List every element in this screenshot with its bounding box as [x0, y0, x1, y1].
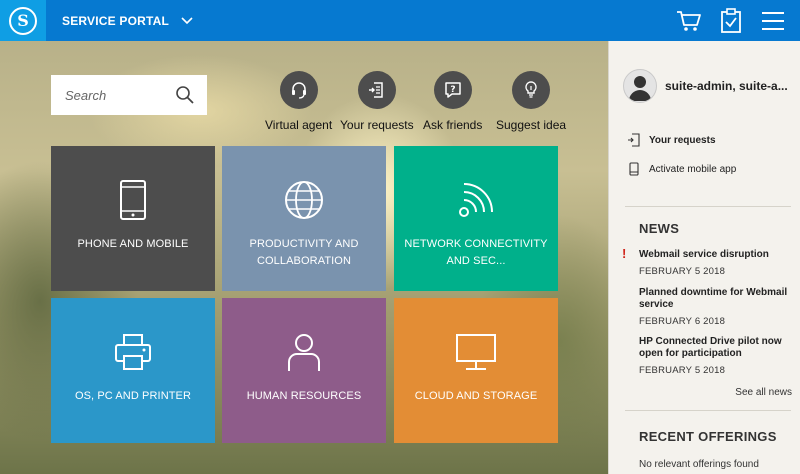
divider: [625, 410, 791, 411]
document-arrow-icon: [627, 133, 641, 147]
link-label: Activate mobile app: [649, 163, 737, 175]
tile-productivity-and-collaboration[interactable]: PRODUCTIVITY AND COLLABORATION: [222, 146, 386, 291]
mobile-icon: [627, 162, 641, 176]
avatar: [623, 69, 657, 103]
tile-label: OS, PC AND PRINTER: [74, 390, 192, 402]
globe-icon: [222, 180, 386, 220]
user-menu[interactable]: suite-admin, suite-a...: [623, 69, 788, 103]
quick-action-your-requests[interactable]: Your requests: [340, 71, 414, 132]
tile-label: HUMAN RESOURCES: [246, 390, 362, 402]
headset-icon: [279, 71, 318, 109]
quick-action-suggest-idea[interactable]: Suggest idea: [496, 71, 566, 132]
search-icon[interactable]: [175, 85, 195, 105]
news-title[interactable]: Planned downtime for Webmail service: [639, 287, 789, 311]
quick-action-virtual-agent[interactable]: Virtual agent: [265, 71, 332, 132]
tile-label: CLOUD AND STORAGE: [414, 390, 538, 402]
tile-label: PRODUCTIVITY AND COLLABORATION: [249, 238, 359, 267]
logo-mark: S: [9, 6, 37, 35]
link-your-requests[interactable]: Your requests: [627, 133, 716, 147]
link-label: Your requests: [649, 134, 716, 146]
link-activate-mobile-app[interactable]: Activate mobile app: [627, 162, 736, 176]
news-heading: NEWS: [639, 221, 680, 236]
svg-text:?: ?: [450, 85, 455, 95]
question-bubble-icon: ?: [433, 71, 472, 109]
printer-icon: [51, 332, 215, 372]
tile-label: NETWORK CONNECTIVITY AND SEC...: [404, 238, 548, 267]
tile-phone-and-mobile[interactable]: PHONE AND MOBILE: [51, 146, 215, 291]
monitor-icon: [394, 332, 558, 372]
search-box[interactable]: [51, 75, 207, 115]
phone-icon: [51, 180, 215, 220]
quick-action-label: Your requests: [340, 118, 414, 132]
tile-network-connectivity[interactable]: NETWORK CONNECTIVITY AND SEC...: [394, 146, 558, 291]
tile-os-pc-and-printer[interactable]: OS, PC AND PRINTER: [51, 298, 215, 443]
quick-action-ask-friends[interactable]: ? Ask friends: [423, 71, 482, 132]
clipboard-check-icon[interactable]: [718, 8, 744, 34]
tile-cloud-and-storage[interactable]: CLOUD AND STORAGE: [394, 298, 558, 443]
quick-action-label: Suggest idea: [496, 118, 567, 132]
news-title[interactable]: Webmail service disruption: [639, 249, 789, 261]
cart-icon[interactable]: [676, 8, 702, 34]
news-date: FEBRUARY 6 2018: [639, 316, 726, 327]
main-area: Virtual agent Your requests ? Ask friend…: [0, 41, 608, 474]
menu-icon[interactable]: [760, 8, 786, 34]
news-date: FEBRUARY 5 2018: [639, 365, 726, 376]
news-date: FEBRUARY 5 2018: [639, 266, 726, 277]
top-bar: S SERVICE PORTAL: [0, 0, 800, 41]
alert-icon: !: [622, 246, 627, 261]
person-icon: [222, 332, 386, 372]
side-panel: suite-admin, suite-a... Your requests Ac…: [608, 41, 800, 474]
user-name: suite-admin, suite-a...: [665, 79, 788, 93]
news-title[interactable]: HP Connected Drive pilot now open for pa…: [639, 336, 789, 360]
news-item[interactable]: Webmail service disruption FEBRUARY 5 20…: [639, 249, 789, 277]
chevron-down-icon[interactable]: [181, 15, 193, 27]
news-item[interactable]: HP Connected Drive pilot now open for pa…: [639, 336, 789, 376]
divider: [625, 206, 791, 207]
lightbulb-icon: [512, 71, 551, 109]
see-all-news-link[interactable]: See all news: [735, 387, 792, 398]
no-offerings-text: No relevant offerings found: [639, 459, 759, 470]
quick-action-label: Virtual agent: [265, 118, 333, 132]
tile-label: PHONE AND MOBILE: [77, 238, 189, 250]
news-item[interactable]: Planned downtime for Webmail service FEB…: [639, 287, 789, 327]
document-arrow-icon: [357, 71, 396, 109]
tile-human-resources[interactable]: HUMAN RESOURCES: [222, 298, 386, 443]
portal-title[interactable]: SERVICE PORTAL: [62, 14, 169, 28]
recent-offerings-heading: RECENT OFFERINGS: [639, 429, 777, 444]
quick-action-label: Ask friends: [423, 118, 483, 132]
logo[interactable]: S: [0, 0, 46, 41]
search-input[interactable]: [65, 87, 175, 103]
wifi-icon: [394, 180, 558, 220]
